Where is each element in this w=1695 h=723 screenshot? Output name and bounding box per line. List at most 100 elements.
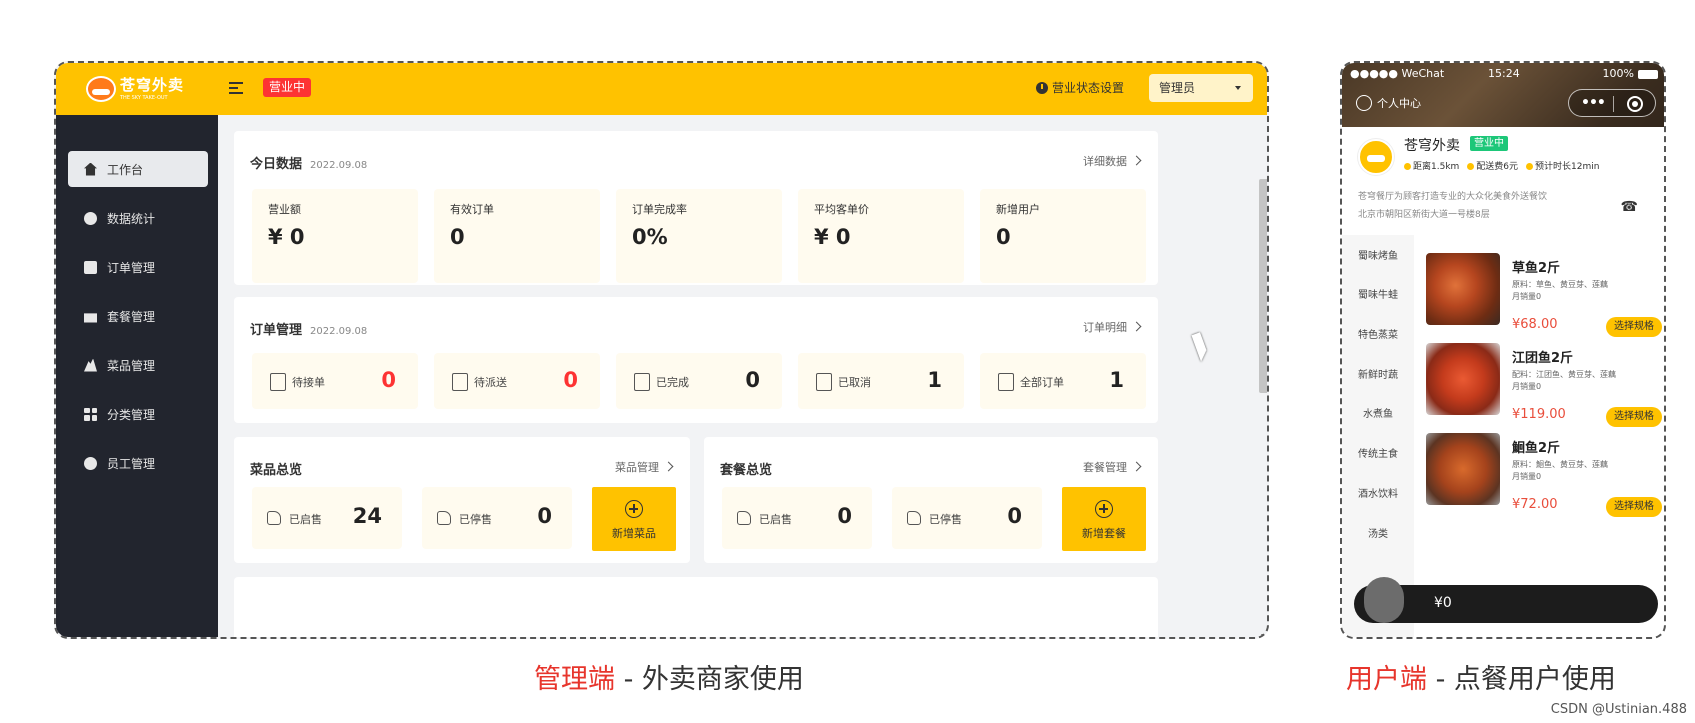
more-icon[interactable]: ••• [1581,95,1606,111]
order-detail-link[interactable]: 订单明细 [1083,319,1140,335]
order-cancelled[interactable]: 已取消 1 [798,353,964,409]
select-spec-button[interactable]: 选择规格 [1606,407,1662,427]
sidebar-item-workbench[interactable]: 工作台 [68,151,208,187]
admin-caption: 管理端 - 外卖商家使用 [534,664,804,695]
orders-date: 2022.09.08 [310,326,368,337]
sidebar-item-employees[interactable]: 员工管理 [68,445,208,481]
battery-icon [1638,70,1658,79]
stat-avg-price: 平均客单价 ¥ 0 [798,189,964,283]
status-badge: 营业中 [263,78,312,97]
delivery-icon [452,373,468,391]
setmeal-off-sale[interactable]: 已停售 0 [892,487,1042,549]
miniprogram-capsule: ••• [1568,89,1656,117]
category-item[interactable]: 传统主食 [1342,445,1414,460]
cart-total: ¥0 [1434,595,1452,611]
next-card [234,577,1158,637]
chevron-down-icon [1235,86,1241,90]
setmeal-management-link[interactable]: 套餐管理 [1083,459,1140,475]
add-setmeal-button[interactable]: 新增套餐 [1062,487,1146,551]
dish-icon [84,358,97,372]
plus-circle-icon [1095,500,1113,518]
user-center-button[interactable]: 个人中心 [1356,93,1421,113]
setmeal-overview-title: 套餐总览 [720,463,773,478]
cart-icon[interactable] [1364,577,1404,623]
grid-icon [84,407,97,421]
shop-description: 苍穹餐厅为顾客打造专业的大众化美食外送餐饮 [1358,192,1548,202]
sidebar-item-orders[interactable]: 订单管理 [68,249,208,285]
cancelled-order-icon [816,373,832,391]
order-all[interactable]: 全部订单 1 [980,353,1146,409]
category-item[interactable]: 特色蒸菜 [1342,326,1414,341]
shop-address: 北京市朝阳区新街大道一号楼8层 [1358,210,1490,220]
home-icon [84,162,97,176]
setmeal-on-sale[interactable]: 已启售 0 [722,487,872,549]
shop-name: 苍穹外卖 [1404,138,1460,154]
scroll-down-icon[interactable] [1261,634,1267,637]
gift-icon [84,313,97,323]
plus-circle-icon [625,500,643,518]
menu-toggle-icon[interactable] [229,81,243,95]
all-orders-icon [998,373,1014,391]
top-bar: 苍穹外卖 THE SKY TAKE-OUT 营业中 营业状态设置 管理员 [56,63,1267,115]
category-item[interactable]: 蜀味烤鱼 [1342,247,1414,262]
sidebar-item-label: 员工管理 [107,456,156,471]
shop-info-card: 苍穹外卖 营业中 距离1.5km 配送费6元 预计时长12min 苍穹餐厅为顾客… [1342,127,1664,231]
sidebar-item-label: 套餐管理 [107,309,156,324]
dish-image [1426,253,1500,325]
dish-management-link[interactable]: 菜品管理 [615,459,672,475]
order-pending[interactable]: 待接单 0 [252,353,418,409]
shop-meta: 距离1.5km 配送费6元 预计时长12min [1404,159,1599,172]
user-select[interactable]: 管理员 [1149,74,1253,102]
add-dish-button[interactable]: 新增菜品 [592,487,676,551]
category-item[interactable]: 酒水饮料 [1342,485,1414,500]
logo-icon [86,76,116,102]
cart-bar[interactable]: ¥0 [1354,577,1658,623]
dish-overview-title: 菜品总览 [250,463,303,478]
sidebar-item-statistics[interactable]: 数据统计 [68,200,208,236]
brand-tagline: THE SKY TAKE-OUT [120,94,168,101]
category-item[interactable]: 水煮鱼 [1342,405,1414,420]
sidebar-item-label: 分类管理 [107,407,156,422]
dish-on-sale[interactable]: 已启售 24 [252,487,402,549]
shop-status-badge: 营业中 [1470,136,1508,151]
delivery-fee: 配送费6元 [1467,159,1518,172]
tag-icon [737,511,751,525]
today-data-card: 今日数据 2022.09.08 详细数据 营业额 ¥ 0 有效订单 0 订单完成率… [234,131,1158,285]
tag-off-icon [907,511,921,525]
clock-icon [1036,81,1048,94]
dish-off-sale[interactable]: 已停售 0 [422,487,572,549]
phone-icon[interactable]: ☎ [1621,199,1638,215]
sidebar-item-categories[interactable]: 分类管理 [68,396,208,432]
orders-title: 订单管理 2022.09.08 [250,323,368,338]
today-date: 2022.09.08 [310,160,368,171]
sidebar-item-label: 订单管理 [107,260,156,275]
category-item[interactable]: 蜀味牛蛙 [1342,286,1414,301]
today-title: 今日数据 2022.09.08 [250,157,368,172]
select-spec-button[interactable]: 选择规格 [1606,497,1662,517]
shop-logo [1358,139,1394,175]
category-item[interactable]: 汤类 [1342,525,1414,540]
sidebar-item-setmeals[interactable]: 套餐管理 [68,298,208,334]
user-select-value: 管理员 [1159,81,1196,95]
order-to-deliver[interactable]: 待派送 0 [434,353,600,409]
brand-logo[interactable]: 苍穹外卖 THE SKY TAKE-OUT [86,73,198,105]
dish-item: 江团鱼2斤 配料：江团鱼、黄豆芽、莲藕 月销量0 ¥119.00 选择规格 [1426,343,1662,429]
detail-data-link[interactable]: 详细数据 [1083,153,1140,169]
stat-revenue: 营业额 ¥ 0 [252,189,418,283]
scrollbar-thumb[interactable] [1259,179,1267,393]
close-miniprogram-icon[interactable] [1627,96,1643,112]
dish-image [1426,343,1500,415]
select-spec-button[interactable]: 选择规格 [1606,317,1662,337]
info-icon [84,456,97,470]
sidebar-item-label: 菜品管理 [107,358,156,373]
setmeal-overview-card: 套餐总览 套餐管理 已启售 0 已停售 0 新增套餐 [704,437,1158,563]
clipboard-icon [84,260,97,274]
sidebar-item-label: 数据统计 [107,211,156,226]
status-setting-button[interactable]: 营业状态设置 [1036,79,1124,96]
phone-status-bar: ●●●●● WeChat 15:24 100% [1342,67,1664,83]
brand-name: 苍穹外卖 [120,75,185,94]
order-completed[interactable]: 已完成 0 [616,353,782,409]
sidebar-item-dishes[interactable]: 菜品管理 [68,347,208,383]
slide: 苍穹外卖 THE SKY TAKE-OUT 营业中 营业状态设置 管理员 工作台 [0,0,1695,723]
category-item[interactable]: 新鲜时蔬 [1342,366,1414,381]
